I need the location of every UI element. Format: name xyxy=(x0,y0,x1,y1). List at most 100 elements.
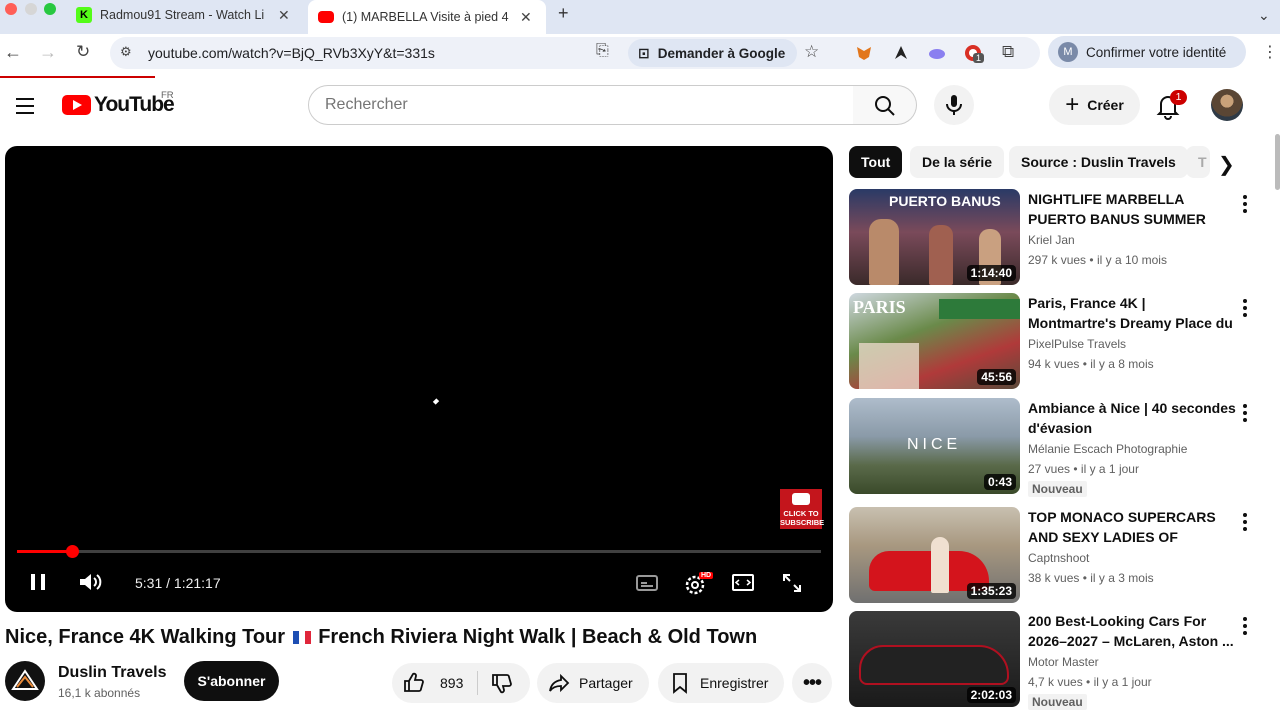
video-thumbnail[interactable]: PUERTO BANUS 1:14:40 xyxy=(849,189,1020,285)
extensions-puzzle-icon[interactable]: ⧉ xyxy=(1002,42,1014,62)
video-title[interactable]: Paris, France 4K | Montmartre's Dreamy P… xyxy=(1028,293,1236,333)
window-minimize-button[interactable] xyxy=(25,3,37,15)
new-badge: Nouveau xyxy=(1028,694,1087,710)
video-title[interactable]: 200 Best-Looking Cars For 2026–2027 – Mc… xyxy=(1028,611,1236,651)
browser-tab-kick[interactable]: K Radmou91 Stream - Watch Li ✕ xyxy=(72,0,304,30)
channel-name[interactable]: Duslin Travels xyxy=(58,664,167,682)
progress-scrubber-handle[interactable] xyxy=(65,545,79,558)
google-lens-icon: ⊡ xyxy=(638,44,650,61)
create-button[interactable]: + Créer xyxy=(1049,85,1140,125)
more-vertical-icon[interactable] xyxy=(1243,404,1247,425)
more-vertical-icon[interactable] xyxy=(1243,299,1247,320)
recommended-video[interactable]: 2:02:03 200 Best-Looking Cars For 2026–2… xyxy=(849,611,1259,717)
thumbnail-text: NICE xyxy=(907,436,962,453)
tab-close-icon[interactable]: ✕ xyxy=(278,7,290,24)
video-duration: 0:43 xyxy=(983,474,1016,490)
forward-arrow-icon[interactable]: → xyxy=(39,42,57,63)
view-count: 297 k vues xyxy=(1028,253,1087,267)
thumbnail-text: PARIS xyxy=(853,297,906,317)
chip-partial[interactable]: T xyxy=(1186,146,1210,178)
install-app-icon[interactable]: ⎘ xyxy=(596,42,609,60)
chip-source-channel[interactable]: Source : Duslin Travels xyxy=(1009,146,1188,178)
click-to-subscribe-watermark[interactable]: CLICK TO SUBSCRIBE xyxy=(780,489,824,529)
hamburger-menu-icon[interactable] xyxy=(16,98,34,119)
channel-avatar[interactable] xyxy=(5,661,45,701)
save-button[interactable]: Enregistrer xyxy=(658,663,784,703)
search-input[interactable] xyxy=(309,86,853,124)
more-vertical-icon[interactable] xyxy=(1243,617,1247,638)
volume-icon[interactable] xyxy=(77,570,105,594)
subscribe-button[interactable]: S'abonner xyxy=(184,661,279,701)
recommended-video[interactable]: PARIS 45:56 Paris, France 4K | Montmartr… xyxy=(849,293,1259,393)
reload-icon[interactable]: ↻ xyxy=(76,42,90,62)
channel-name[interactable]: PixelPulse Travels xyxy=(1028,337,1126,351)
channel-logo-icon xyxy=(11,669,39,690)
video-meta: 27 vues • il y a 1 jour xyxy=(1028,462,1139,476)
new-tab-icon[interactable]: + xyxy=(558,0,569,28)
more-vertical-icon[interactable] xyxy=(1243,195,1247,216)
meta-separator: • xyxy=(1089,253,1094,267)
more-vertical-icon[interactable] xyxy=(1243,513,1247,534)
recommended-video[interactable]: 1:35:23 TOP MONACO SUPERCARS AND SEXY LA… xyxy=(849,507,1259,607)
thumbnail-car xyxy=(859,645,1009,685)
browser-tab-youtube[interactable]: (1) MARBELLA Visite à pied 4 ✕ xyxy=(308,0,546,34)
ask-google-button[interactable]: ⊡ Demander à Google xyxy=(628,39,798,67)
video-player[interactable]: CLICK TO SUBSCRIBE 5:31 / 1:21:17 HD xyxy=(5,146,833,612)
page-scrollbar[interactable] xyxy=(1275,134,1280,190)
channel-name[interactable]: Mélanie Escach Photographie xyxy=(1028,442,1187,456)
thumbnail-people xyxy=(869,219,899,285)
like-thumbs-up-icon[interactable] xyxy=(402,671,426,695)
video-thumbnail[interactable]: 1:35:23 xyxy=(849,507,1020,603)
like-count[interactable]: 893 xyxy=(440,675,463,691)
voice-search-button[interactable] xyxy=(934,85,974,125)
back-arrow-icon[interactable]: ← xyxy=(4,42,22,63)
tab-close-icon[interactable]: ✕ xyxy=(520,9,532,26)
chips-next-chevron-icon[interactable]: ❯ xyxy=(1218,152,1235,177)
video-title[interactable]: NIGHTLIFE MARBELLA PUERTO BANUS SUMMER 2… xyxy=(1028,189,1236,229)
video-thumbnail[interactable]: PARIS 45:56 xyxy=(849,293,1020,389)
tab-title: Radmou91 Stream - Watch Li xyxy=(100,8,265,22)
video-title[interactable]: TOP MONACO SUPERCARS AND SEXY LADIES OF … xyxy=(1028,507,1236,547)
search-button[interactable] xyxy=(853,85,917,125)
recommended-video[interactable]: NICE 0:43 Ambiance à Nice | 40 secondes … xyxy=(849,398,1259,502)
chip-all[interactable]: Tout xyxy=(849,146,903,178)
upload-age: il y a 1 jour xyxy=(1080,462,1139,476)
video-thumbnail[interactable]: 2:02:03 xyxy=(849,611,1020,707)
more-horizontal-icon: ••• xyxy=(802,671,822,694)
share-button[interactable]: Partager xyxy=(537,663,649,703)
window-zoom-button[interactable] xyxy=(44,3,56,15)
upload-age: il y a 8 mois xyxy=(1090,357,1154,371)
notifications-badge: 1 xyxy=(1170,90,1187,105)
subtitles-icon[interactable] xyxy=(635,573,659,593)
youtube-logo[interactable]: YouTube FR xyxy=(62,90,175,117)
metamask-extension-icon[interactable] xyxy=(855,44,873,62)
video-duration: 45:56 xyxy=(977,369,1016,385)
channel-name[interactable]: Motor Master xyxy=(1028,655,1099,669)
thumbnail-people xyxy=(929,225,953,285)
bookmark-star-icon[interactable]: ☆ xyxy=(804,42,819,62)
theater-mode-icon[interactable] xyxy=(731,572,755,594)
site-settings-icon[interactable]: ⚙ xyxy=(120,44,132,60)
tab-list-chevron-icon[interactable]: ⌄ xyxy=(1258,0,1270,30)
pause-icon[interactable] xyxy=(27,570,49,594)
video-duration: 1:14:40 xyxy=(966,265,1016,281)
extension-icon[interactable] xyxy=(892,44,910,62)
confirm-identity-button[interactable]: M Confirmer votre identité xyxy=(1048,36,1246,68)
browser-tab-bar: K Radmou91 Stream - Watch Li ✕ (1) MARBE… xyxy=(0,0,1280,34)
fullscreen-icon[interactable] xyxy=(781,572,803,594)
video-title[interactable]: Ambiance à Nice | 40 secondes d'évasion xyxy=(1028,398,1236,438)
extension-cloud-icon[interactable] xyxy=(928,44,946,62)
more-actions-button[interactable]: ••• xyxy=(792,663,832,703)
channel-name[interactable]: Captnshoot xyxy=(1028,551,1089,565)
channel-name[interactable]: Kriel Jan xyxy=(1028,233,1075,247)
account-avatar[interactable] xyxy=(1211,89,1243,121)
recommended-video[interactable]: PUERTO BANUS 1:14:40 NIGHTLIFE MARBELLA … xyxy=(849,189,1259,289)
video-thumbnail[interactable]: NICE 0:43 xyxy=(849,398,1020,494)
window-close-button[interactable] xyxy=(5,3,17,15)
dislike-thumbs-down-icon[interactable] xyxy=(490,671,514,695)
chip-from-series[interactable]: De la série xyxy=(910,146,1005,178)
progress-bar[interactable] xyxy=(17,545,821,558)
url-text[interactable]: youtube.com/watch?v=BjQ_RVb3XyY&t=331s xyxy=(148,45,435,61)
youtube-play-logo-icon xyxy=(62,95,91,115)
browser-menu-icon[interactable]: ⋮ xyxy=(1262,42,1278,62)
